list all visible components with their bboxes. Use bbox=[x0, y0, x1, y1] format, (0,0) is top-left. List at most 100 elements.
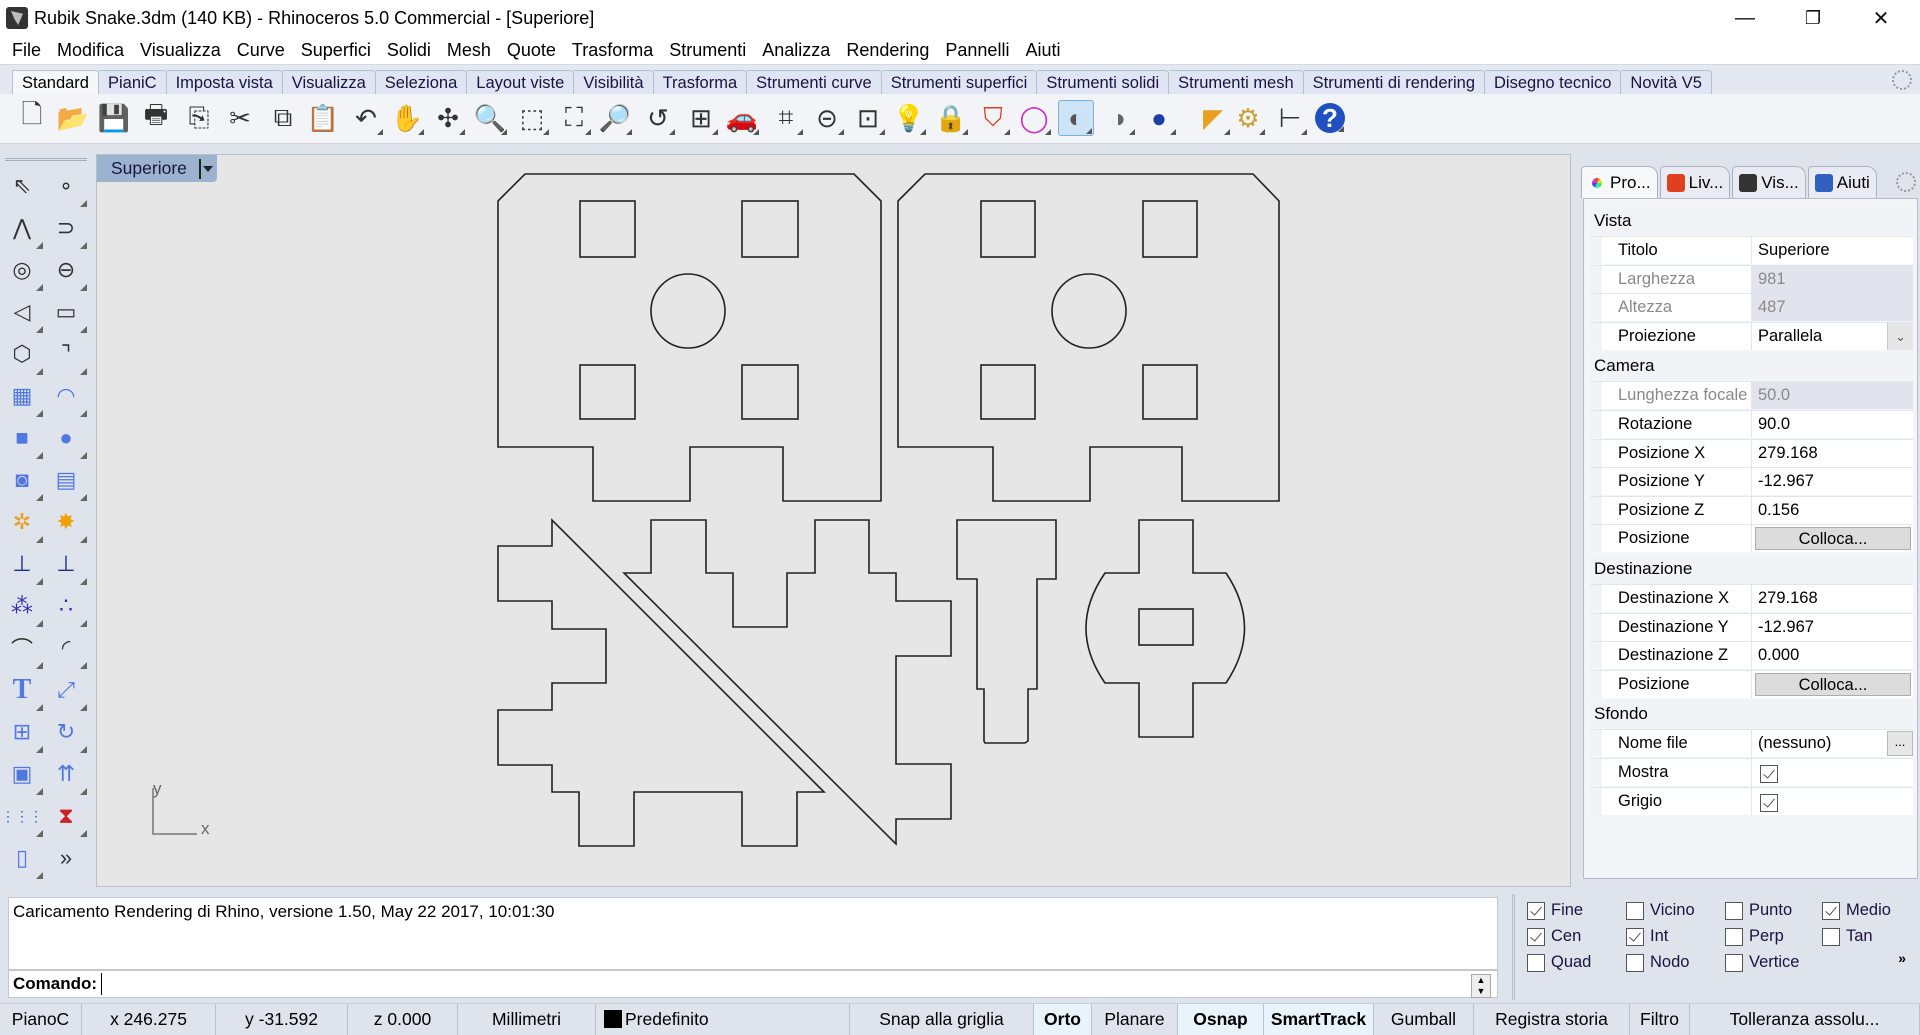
arc-icon[interactable]: ◁ bbox=[5, 295, 43, 333]
osnap-quad-checkbox[interactable] bbox=[1527, 953, 1545, 972]
close-button[interactable]: ✕ bbox=[1852, 0, 1910, 36]
solid-edit-icon[interactable]: ▣ bbox=[5, 757, 43, 795]
shaded-sphere-icon[interactable]: ◐ bbox=[1058, 100, 1094, 136]
toolbar-grip[interactable] bbox=[5, 158, 87, 161]
menu-strumenti[interactable]: Strumenti bbox=[661, 36, 754, 64]
triangle-piece-b[interactable] bbox=[622, 519, 952, 846]
options-gear-icon[interactable]: ⚙ bbox=[1230, 100, 1266, 136]
panel-tab-help[interactable]: Aiuti bbox=[1807, 166, 1877, 198]
osnap-punto-checkbox[interactable] bbox=[1725, 901, 1743, 920]
osnap-int[interactable]: Int bbox=[1626, 927, 1668, 946]
osnap-circle-icon[interactable]: ⊝ bbox=[809, 100, 845, 136]
rect-hole[interactable] bbox=[1138, 608, 1194, 646]
section-camera[interactable]: Camera bbox=[1590, 352, 1913, 381]
osnap-cen[interactable]: Cen bbox=[1527, 927, 1581, 946]
undo-icon[interactable]: ↶ bbox=[348, 100, 384, 136]
tab-standard[interactable]: Standard bbox=[12, 70, 99, 95]
tab-trasforma[interactable]: Trasforma bbox=[653, 70, 748, 95]
rectangular-array-icon[interactable]: ⋮⋮⋮ bbox=[1, 799, 43, 837]
print-icon[interactable]: 🖶 bbox=[138, 99, 174, 136]
surface-from-points-icon[interactable]: ▦ bbox=[5, 379, 43, 417]
property-value-posizione-x[interactable]: 279.168 bbox=[1751, 439, 1913, 467]
polygon-icon[interactable]: ⬡ bbox=[5, 337, 43, 375]
square-hole[interactable] bbox=[579, 200, 636, 258]
fillet-curve-icon[interactable]: ⌝ bbox=[49, 337, 87, 375]
status-orto[interactable]: Orto bbox=[1034, 1004, 1092, 1035]
orient-solid-icon[interactable]: ▯ bbox=[5, 841, 43, 879]
menu-pannelli[interactable]: Pannelli bbox=[937, 36, 1017, 64]
rotate-view-icon[interactable]: ✣ bbox=[430, 100, 466, 136]
cplane-grid-icon[interactable]: ⌗ bbox=[768, 100, 804, 136]
osnap-medio-checkbox[interactable] bbox=[1822, 901, 1840, 920]
pan-hand-icon[interactable]: ✋ bbox=[389, 100, 425, 136]
panel-tab-monitor[interactable]: Vis... bbox=[1732, 166, 1806, 198]
menu-modifica[interactable]: Modifica bbox=[49, 36, 132, 64]
browse-button[interactable]: ... bbox=[1887, 731, 1913, 757]
layers-icon[interactable]: ⛉ bbox=[975, 100, 1011, 136]
tab-strumenti-di-rendering[interactable]: Strumenti di rendering bbox=[1303, 70, 1486, 95]
square-hole[interactable] bbox=[579, 364, 636, 420]
help-icon[interactable]: ? bbox=[1315, 103, 1345, 133]
osnap-perp[interactable]: Perp bbox=[1725, 927, 1784, 946]
status-tolleranza-assolu[interactable]: Tolleranza assolu... bbox=[1690, 1004, 1920, 1035]
osnap-nodo[interactable]: Nodo bbox=[1626, 953, 1689, 972]
panel-settings-gear-icon[interactable] bbox=[1896, 172, 1916, 192]
mesh-surface-icon[interactable]: ▤ bbox=[49, 463, 87, 501]
status-x-246-275[interactable]: x 246.275 bbox=[82, 1004, 216, 1035]
tab-visualizza[interactable]: Visualizza bbox=[282, 70, 376, 95]
zoom-selected-icon[interactable]: 🔎 bbox=[597, 100, 633, 136]
section-destinazione[interactable]: Destinazione bbox=[1590, 555, 1913, 583]
viewport-top[interactable]: y x Superiore bbox=[96, 154, 1571, 887]
sphere-solid-icon[interactable]: ● bbox=[49, 421, 87, 459]
drawing-canvas[interactable]: y x bbox=[97, 155, 1572, 888]
open-folder-icon[interactable]: 📂 bbox=[55, 100, 91, 136]
status-pianoc[interactable]: PianoC bbox=[0, 1004, 82, 1035]
square-hole[interactable] bbox=[741, 364, 799, 420]
status-registra-storia[interactable]: Registra storia bbox=[1474, 1004, 1630, 1035]
save-icon[interactable]: 💾 bbox=[96, 100, 132, 136]
t-piece[interactable] bbox=[956, 519, 1057, 744]
property-value-posizione[interactable]: Colloca... bbox=[1751, 670, 1913, 698]
status-filtro[interactable]: Filtro bbox=[1630, 1004, 1690, 1035]
trim-icon[interactable]: ⊥ bbox=[5, 547, 43, 585]
status-gumball[interactable]: Gumball bbox=[1374, 1004, 1474, 1035]
osnap-vertice[interactable]: Vertice bbox=[1725, 953, 1799, 972]
colloca-button[interactable]: Colloca... bbox=[1755, 527, 1911, 551]
status-planare[interactable]: Planare bbox=[1092, 1004, 1178, 1035]
point-icon[interactable]: ∘ bbox=[49, 169, 87, 207]
render-sphere-icon[interactable]: ● bbox=[1141, 100, 1177, 136]
move-icon[interactable]: ⤢ bbox=[49, 673, 87, 711]
square-hole[interactable] bbox=[741, 200, 799, 258]
tab-novita-v5[interactable]: Novità V5 bbox=[1621, 70, 1712, 95]
select-objects-icon[interactable]: ⊡ bbox=[850, 100, 886, 136]
osnap-tan[interactable]: Tan bbox=[1822, 927, 1873, 946]
square-hole[interactable] bbox=[980, 200, 1036, 258]
rectangle-icon[interactable]: ▭ bbox=[49, 295, 87, 333]
mirror-icon[interactable]: ⧗ bbox=[49, 799, 87, 837]
cylinder-solid-icon[interactable]: ◙ bbox=[5, 463, 43, 501]
copy-icon[interactable]: ⧉ bbox=[265, 100, 301, 136]
car-viewport-icon[interactable]: 🚗 bbox=[724, 100, 760, 136]
chevron-down-icon[interactable]: ⌄ bbox=[1887, 322, 1913, 350]
square-hole[interactable] bbox=[1142, 364, 1198, 420]
tab-strumenti-solidi[interactable]: Strumenti solidi bbox=[1037, 70, 1170, 95]
triangle-piece-a[interactable] bbox=[497, 518, 826, 847]
command-input[interactable] bbox=[101, 973, 1497, 995]
zoom-window-icon[interactable]: ⬚ bbox=[514, 100, 550, 136]
osnap-fine-checkbox[interactable] bbox=[1527, 901, 1545, 920]
tab-strumenti-mesh[interactable]: Strumenti mesh bbox=[1169, 70, 1304, 95]
osnap-perp-checkbox[interactable] bbox=[1725, 927, 1743, 946]
status-predefinito[interactable]: Predefinito bbox=[596, 1004, 850, 1035]
status-osnap[interactable]: Osnap bbox=[1178, 1004, 1264, 1035]
lock-icon[interactable]: 🔒 bbox=[933, 100, 969, 136]
offset-curve-icon[interactable]: ⌒ bbox=[5, 631, 43, 669]
spotlight-icon[interactable]: ◤ bbox=[1195, 100, 1231, 136]
zoom-dynamic-icon[interactable]: 🔍 bbox=[472, 100, 508, 136]
extrude-arrows-icon[interactable]: ⇈ bbox=[49, 757, 87, 795]
status-snap-alla-griglia[interactable]: Snap alla griglia bbox=[850, 1004, 1034, 1035]
property-value-posizione-y[interactable]: -12.967 bbox=[1751, 468, 1913, 496]
menu-visualizza[interactable]: Visualizza bbox=[132, 36, 229, 64]
ellipse-icon[interactable]: ⊖ bbox=[49, 253, 87, 291]
property-value-titolo[interactable]: Superiore bbox=[1751, 237, 1913, 264]
property-value-posizione[interactable]: Colloca... bbox=[1751, 525, 1913, 553]
